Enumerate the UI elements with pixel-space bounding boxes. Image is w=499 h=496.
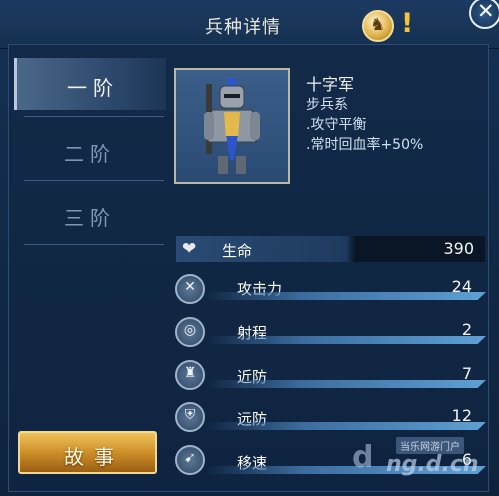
divider bbox=[24, 180, 164, 181]
watermark: d 当乐网游门户 ng.d.cn bbox=[346, 430, 491, 486]
unit-name: 十字军 bbox=[306, 75, 355, 94]
title-bar: 兵种详情 ♞ ! ✕ bbox=[0, 0, 499, 49]
tier-tab-label: 二阶 bbox=[64, 142, 116, 166]
crossed-swords-icon: ✕ bbox=[175, 274, 205, 304]
divider bbox=[24, 116, 164, 117]
unit-regen: .常时回血率+50% bbox=[306, 137, 424, 153]
help-exclaim: ! bbox=[401, 8, 414, 39]
tier-tab-3[interactable]: 三阶 bbox=[14, 188, 166, 240]
melee-def-bar bbox=[206, 380, 486, 388]
unit-detail-panel: 兵种详情 ♞ ! ✕ 一阶 二阶 三阶 故事 十字军 步兵系 .攻守平衡 .常时… bbox=[0, 0, 499, 496]
divider bbox=[24, 244, 164, 245]
hp-value: 390 bbox=[443, 239, 474, 258]
range-bar bbox=[206, 336, 486, 344]
attack-bar bbox=[206, 292, 486, 300]
crusader-knight-icon bbox=[204, 78, 260, 174]
tier-tab-2[interactable]: 二阶 bbox=[14, 124, 166, 176]
page-title: 兵种详情 bbox=[205, 17, 281, 38]
watermark-logo-icon: d bbox=[352, 440, 374, 475]
ranged-def-bar bbox=[206, 422, 486, 430]
shield-icon: ⛨ bbox=[175, 402, 205, 432]
boot-icon: ➹ bbox=[175, 445, 205, 475]
watermark-main-text: ng.d.cn bbox=[386, 452, 479, 477]
close-button[interactable]: ✕ bbox=[469, 0, 499, 29]
unit-trait: .攻守平衡 bbox=[306, 117, 367, 133]
hp-label: 生命 bbox=[222, 242, 253, 260]
unit-portrait bbox=[174, 68, 290, 184]
help-button[interactable]: ♞ bbox=[362, 10, 394, 42]
target-icon: ◎ bbox=[175, 317, 205, 347]
hp-row: ❤ 生命 390 bbox=[176, 236, 485, 262]
unit-type: 步兵系 bbox=[306, 97, 348, 113]
horn-icon: ♞ bbox=[370, 15, 386, 35]
tier-tab-1[interactable]: 一阶 bbox=[14, 58, 166, 110]
close-icon: ✕ bbox=[477, 0, 495, 23]
story-button[interactable]: 故事 bbox=[18, 431, 157, 474]
story-button-label: 故事 bbox=[64, 445, 124, 469]
tier-sidebar: 一阶 二阶 三阶 bbox=[14, 56, 166, 436]
armor-icon: ♜ bbox=[175, 360, 205, 390]
heart-icon: ❤ bbox=[182, 239, 197, 259]
tier-tab-label: 一阶 bbox=[67, 76, 119, 100]
tier-tab-label: 三阶 bbox=[64, 206, 116, 230]
